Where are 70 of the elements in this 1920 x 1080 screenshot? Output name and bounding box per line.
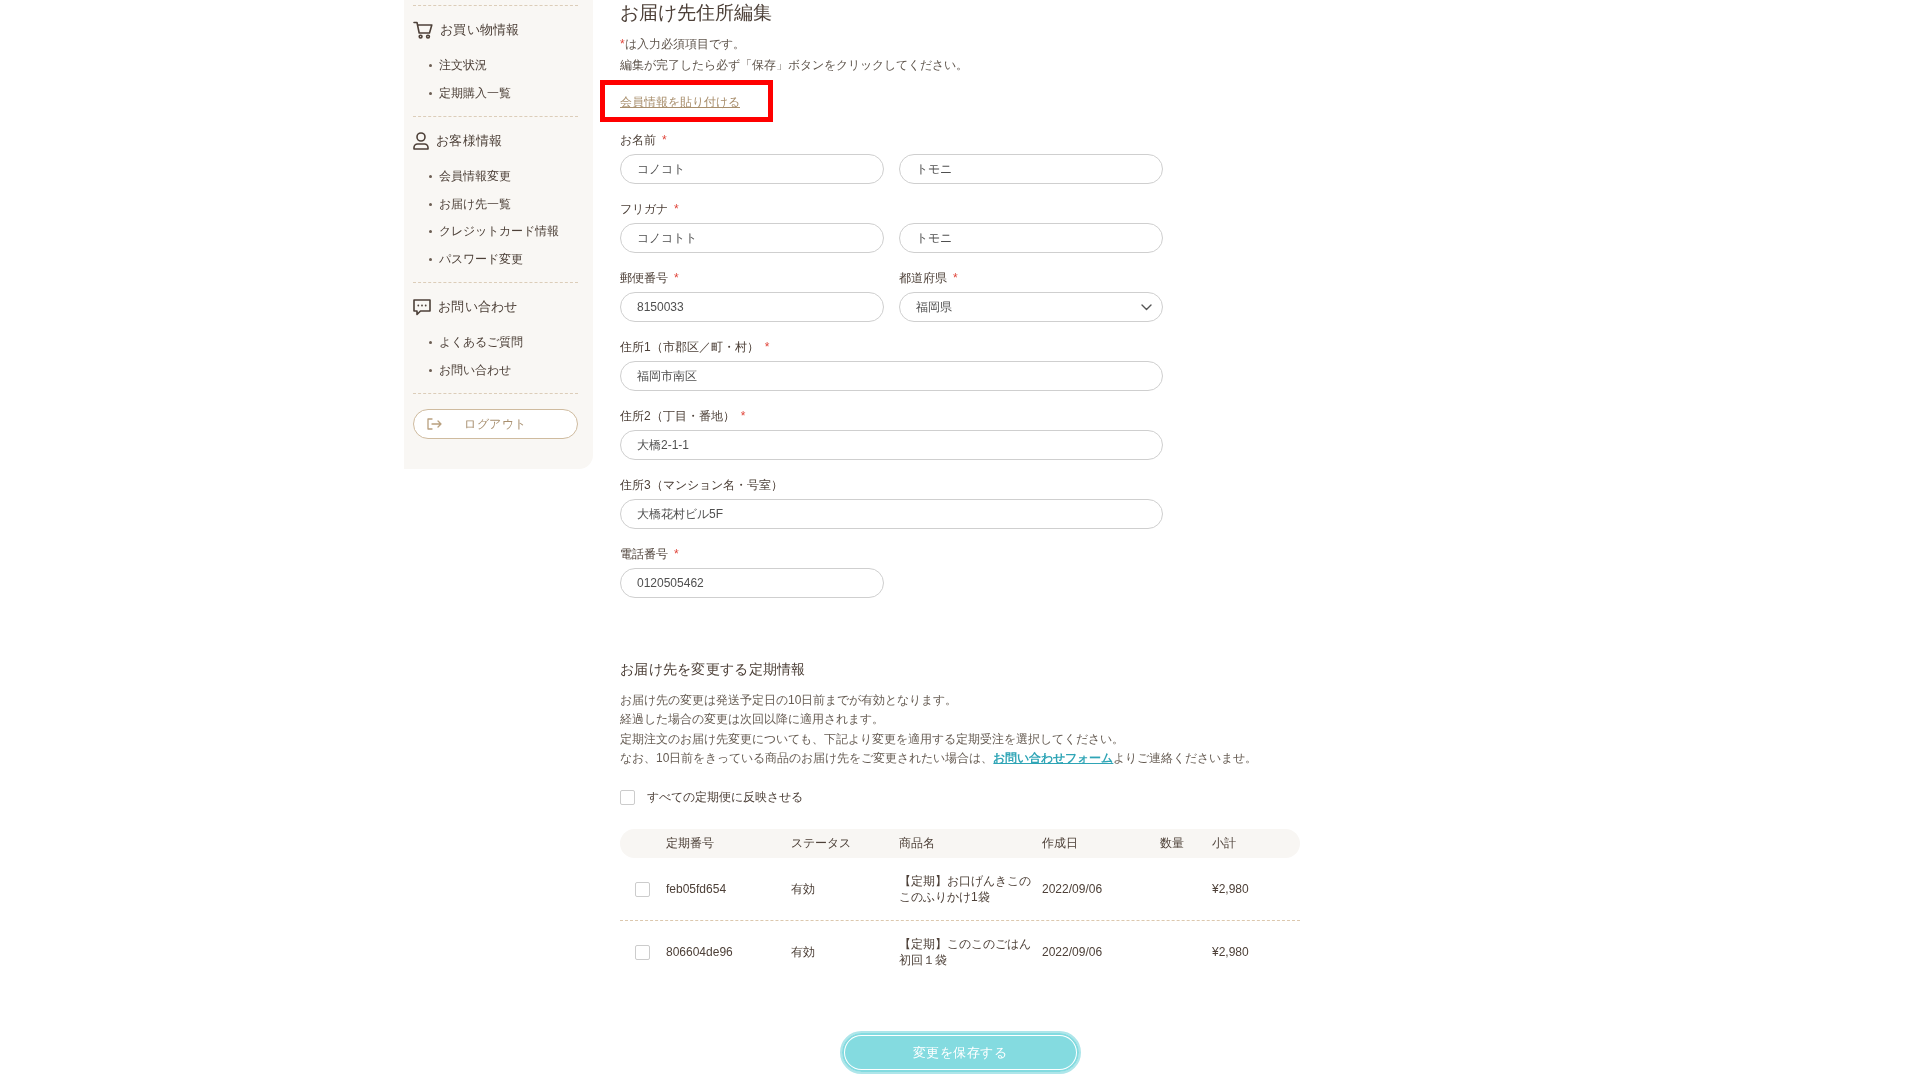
sidebar-link[interactable]: 注文状況 <box>413 52 487 80</box>
logout-icon <box>427 418 442 430</box>
table-cell: 有効 <box>791 881 815 898</box>
text-field[interactable]: 福岡市南区 <box>620 361 1163 391</box>
field-label: お名前 * <box>620 132 667 148</box>
select-field[interactable]: 福岡県 <box>899 292 1163 322</box>
section-heading: お届け先を変更する定期情報 <box>620 660 807 679</box>
field-label: 住所2（丁目・番地） * <box>620 408 746 424</box>
field-label: 住所1（市郡区／町・村） * <box>620 339 770 355</box>
column-header: 商品名 <box>899 835 935 853</box>
sidebar-link[interactable]: よくあるご質問 <box>413 329 523 357</box>
text-field[interactable]: トモニ <box>899 223 1163 253</box>
chat-bubble-icon <box>413 298 431 316</box>
field-label: 郵便番号 * <box>620 270 679 286</box>
sidebar-heading: お客様情報 <box>436 132 503 150</box>
bullet-icon <box>429 64 432 68</box>
table-cell: 2022/09/06 <box>1042 881 1103 898</box>
column-header: 小計 <box>1212 835 1236 853</box>
bullet-icon <box>429 368 432 372</box>
text-field[interactable]: トモニ <box>899 154 1163 184</box>
checkbox[interactable] <box>635 881 650 897</box>
field-label: 都道府県 * <box>899 270 958 286</box>
sidebar-heading: お買い物情報 <box>440 21 520 39</box>
bullet-icon <box>429 91 432 95</box>
bullet-icon <box>429 175 432 179</box>
checkbox-label: すべての定期便に反映させる <box>647 788 803 806</box>
text-field[interactable]: 大橋花村ビル5F <box>620 499 1163 529</box>
column-header: 作成日 <box>1042 835 1078 853</box>
text-field[interactable]: 8150033 <box>620 292 884 322</box>
field-label: 住所3（マンション名・号室） <box>620 477 783 493</box>
info-text: 経過した場合の変更は次回以降に適用されます。 <box>620 711 884 729</box>
table-cell-text: 【定期】お口げんきこのこのふりかけ1袋 <box>899 873 1032 906</box>
column-header: 定期番号 <box>666 835 714 853</box>
table-cell: ¥2,980 <box>1212 881 1249 898</box>
info-text: お届け先の変更は発送予定日の10日前までが有効となります。 <box>620 692 958 709</box>
bullet-icon <box>429 230 432 234</box>
sidebar-link[interactable]: クレジットカード情報 <box>413 218 559 246</box>
note-text: 編集が完了したら必ず「保存」ボタンをクリックしてください。 <box>620 56 969 74</box>
bullet-icon <box>429 341 432 345</box>
table-cell: 806604de96 <box>666 944 733 961</box>
info-text: 定期注文のお届け先変更についても、下記より変更を適用する定期受注を選択してください。 <box>620 730 1124 748</box>
page-title: お届け先住所編集 <box>620 2 773 24</box>
field-label: フリガナ * <box>620 201 679 217</box>
cart-icon <box>413 21 433 39</box>
sidebar-link[interactable]: 定期購入一覧 <box>413 79 511 107</box>
field-label: 電話番号 * <box>620 546 679 562</box>
text-field[interactable]: 0120505462 <box>620 568 884 598</box>
table-cell-text: 【定期】このこのごはん初回１袋 <box>899 936 1032 969</box>
checkbox[interactable] <box>635 944 650 960</box>
column-header: 数量 <box>1160 835 1184 853</box>
table-cell: 2022/09/06 <box>1042 944 1103 961</box>
checkbox[interactable] <box>620 789 635 805</box>
sidebar-link[interactable]: 会員情報変更 <box>413 163 511 191</box>
sidebar-heading: お問い合わせ <box>438 298 518 316</box>
text-field[interactable]: 大橋2-1-1 <box>620 430 1163 460</box>
text-field[interactable]: コノコト <box>620 154 884 184</box>
info-text: なお、10日前をきっている商品のお届け先をご変更されたい場合は、お問い合わせフォームよりご連絡くださいませ。 <box>620 749 1258 767</box>
table-cell: feb05fd654 <box>666 881 727 898</box>
sidebar-link[interactable]: お問い合わせ <box>413 356 511 384</box>
bullet-icon <box>429 202 432 206</box>
person-icon <box>413 132 429 150</box>
note-text: *は入力必須項目です。 <box>620 35 746 53</box>
table-cell: ¥2,980 <box>1212 944 1249 961</box>
sidebar-link[interactable]: お届け先一覧 <box>413 190 511 218</box>
table-cell: 有効 <box>791 944 815 961</box>
sidebar-link[interactable]: パスワード変更 <box>413 245 523 273</box>
text-field[interactable]: コノコトト <box>620 223 884 253</box>
bullet-icon <box>429 257 432 261</box>
chevron-down-icon <box>1141 303 1152 311</box>
column-header: ステータス <box>791 835 851 853</box>
